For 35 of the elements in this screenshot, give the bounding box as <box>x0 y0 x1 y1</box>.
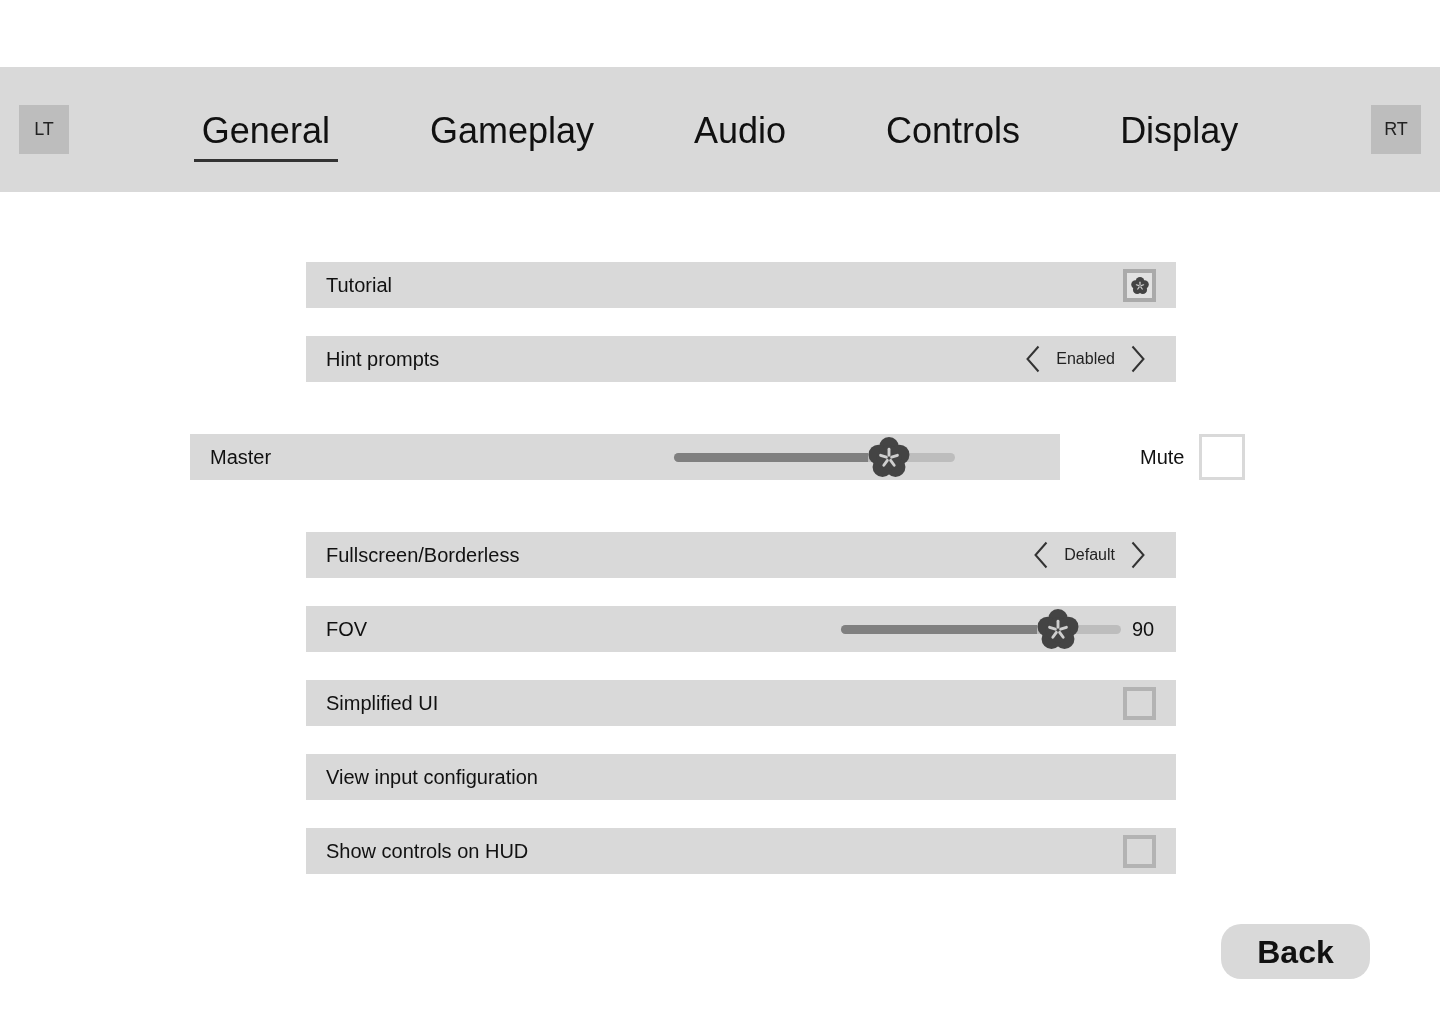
tab[interactable]: Controls <box>878 109 1029 162</box>
tab[interactable]: Display <box>1112 109 1247 162</box>
setting-label: Show controls on HUD <box>326 839 529 864</box>
flower-check-icon <box>1130 276 1149 294</box>
checkbox[interactable] <box>1123 268 1156 302</box>
tab[interactable]: Gameplay <box>421 109 602 162</box>
next-option-button[interactable] <box>1131 345 1145 373</box>
setting-label: Master <box>210 445 272 470</box>
tab[interactable]: Audio <box>686 109 795 162</box>
chevron-right-icon <box>1131 345 1145 373</box>
previous-option-button[interactable] <box>1026 345 1041 373</box>
option-value: Enabled <box>1056 349 1115 369</box>
setting-label: Tutorial <box>326 273 392 298</box>
next-option-button[interactable] <box>1131 541 1145 569</box>
back-button[interactable]: Back <box>1221 924 1370 979</box>
chevron-left-icon <box>1026 345 1041 373</box>
left-bumper-button[interactable]: LT <box>19 105 69 154</box>
setting-label: FOV <box>326 617 368 642</box>
setting-label: Fullscreen/Borderless <box>326 543 520 568</box>
setting-button[interactable]: View input configuration <box>306 754 1176 800</box>
checkbox[interactable] <box>1123 834 1156 868</box>
flower-slider-handle[interactable] <box>1037 609 1079 649</box>
setting-label: Hint prompts <box>326 347 440 372</box>
right-bumper-button[interactable]: RT <box>1371 105 1421 154</box>
chevron-right-icon <box>1131 541 1145 569</box>
mute-checkbox[interactable] <box>1199 434 1246 480</box>
setting-label: Simplified UI <box>326 691 439 716</box>
mute-label: Mute <box>1140 445 1185 470</box>
previous-option-button[interactable] <box>1034 541 1049 569</box>
flower-slider-handle[interactable] <box>867 437 910 477</box>
chevron-left-icon <box>1034 541 1049 569</box>
tab[interactable]: General <box>193 109 338 162</box>
slider-value: 90 <box>1132 617 1156 642</box>
option-value: Default <box>1064 545 1115 565</box>
checkbox[interactable] <box>1123 686 1156 720</box>
